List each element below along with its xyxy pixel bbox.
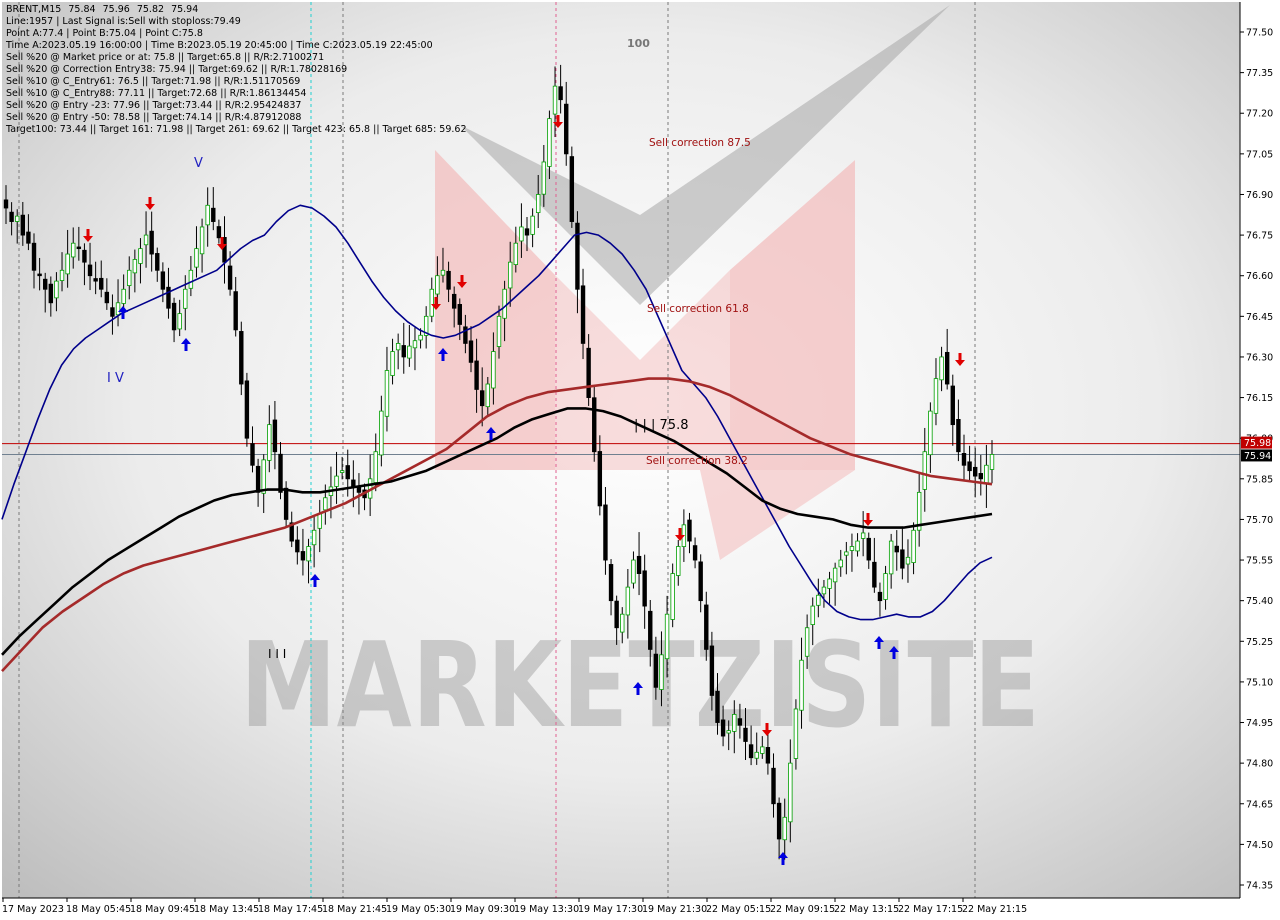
y-tick-label: 75.10	[1246, 677, 1273, 688]
x-tick-label: 18 May 05:45	[66, 904, 131, 915]
y-tick-label: 74.95	[1246, 718, 1273, 729]
y-tick-label: 75.40	[1246, 596, 1273, 607]
y-tick-label: 76.15	[1246, 393, 1273, 404]
x-tick-label: 18 May 13:45	[194, 904, 259, 915]
x-tick-label: 18 May 17:45	[258, 904, 323, 915]
y-tick-label: 74.80	[1246, 759, 1273, 770]
annotation-wave-iv: I V	[107, 371, 124, 386]
y-tick-label: 76.90	[1246, 190, 1273, 201]
x-tick-label: 17 May 2023	[2, 904, 64, 915]
y-tick-label: 76.60	[1246, 271, 1273, 282]
x-tick-label: 22 May 21:15	[962, 904, 1027, 915]
y-tick-label: 76.30	[1246, 352, 1273, 363]
y-tick-label: 75.55	[1246, 556, 1273, 567]
price-chart: MARKETZISITE100Sell correction 87.5Sell …	[0, 0, 1280, 920]
x-tick-label: 19 May 05:30	[386, 904, 451, 915]
candle	[592, 386, 597, 462]
y-tick-label: 74.65	[1246, 799, 1273, 810]
y-tick-label: 77.35	[1246, 68, 1273, 79]
y-tick-label: 74.35	[1246, 881, 1273, 892]
x-tick-label: 18 May 21:45	[322, 904, 387, 915]
candle	[244, 372, 250, 447]
annotation-wave-iii: I I I	[268, 647, 286, 661]
annotation-sell-correction-618: Sell correction 61.8	[647, 303, 749, 315]
chart-area: MARKETZISITE 100 Sell correction 87.5 Sell …	[0, 0, 1280, 920]
price-tag-label: 75.98	[1244, 438, 1271, 449]
y-tick-label: 75.70	[1246, 515, 1273, 526]
candle	[239, 321, 244, 396]
x-tick-label: 19 May 13:30	[514, 904, 579, 915]
y-tick-label: 77.50	[1246, 28, 1273, 39]
x-tick-label: 22 May 09:15	[770, 904, 835, 915]
x-tick-label: 22 May 13:15	[834, 904, 899, 915]
x-tick-label: 19 May 21:30	[642, 904, 707, 915]
price-tag-label: 75.94	[1244, 451, 1271, 462]
y-tick-label: 75.25	[1246, 637, 1273, 648]
y-tick-label: 77.20	[1246, 109, 1273, 120]
y-tick-label: 74.50	[1246, 840, 1273, 851]
candle	[569, 146, 575, 228]
x-tick-label: 19 May 09:30	[450, 904, 515, 915]
y-tick-label: 77.05	[1246, 149, 1273, 160]
annotation-level-100: 100	[627, 37, 650, 50]
x-tick-label: 22 May 05:15	[706, 904, 771, 915]
x-tick-label: 18 May 09:45	[130, 904, 195, 915]
annotation-line-758: | | | 75.8	[634, 418, 688, 433]
annotation-wave-v: V	[194, 156, 203, 171]
x-tick-label: 19 May 17:30	[578, 904, 643, 915]
candle	[283, 481, 289, 527]
annotation-sell-correction-875: Sell correction 87.5	[649, 137, 751, 149]
y-tick-label: 75.85	[1246, 474, 1273, 485]
x-tick-label: 22 May 17:15	[898, 904, 963, 915]
annotation-sell-correction-382: Sell correction 38.2	[646, 455, 748, 467]
y-tick-label: 76.45	[1246, 312, 1273, 323]
y-tick-label: 76.75	[1246, 231, 1273, 242]
